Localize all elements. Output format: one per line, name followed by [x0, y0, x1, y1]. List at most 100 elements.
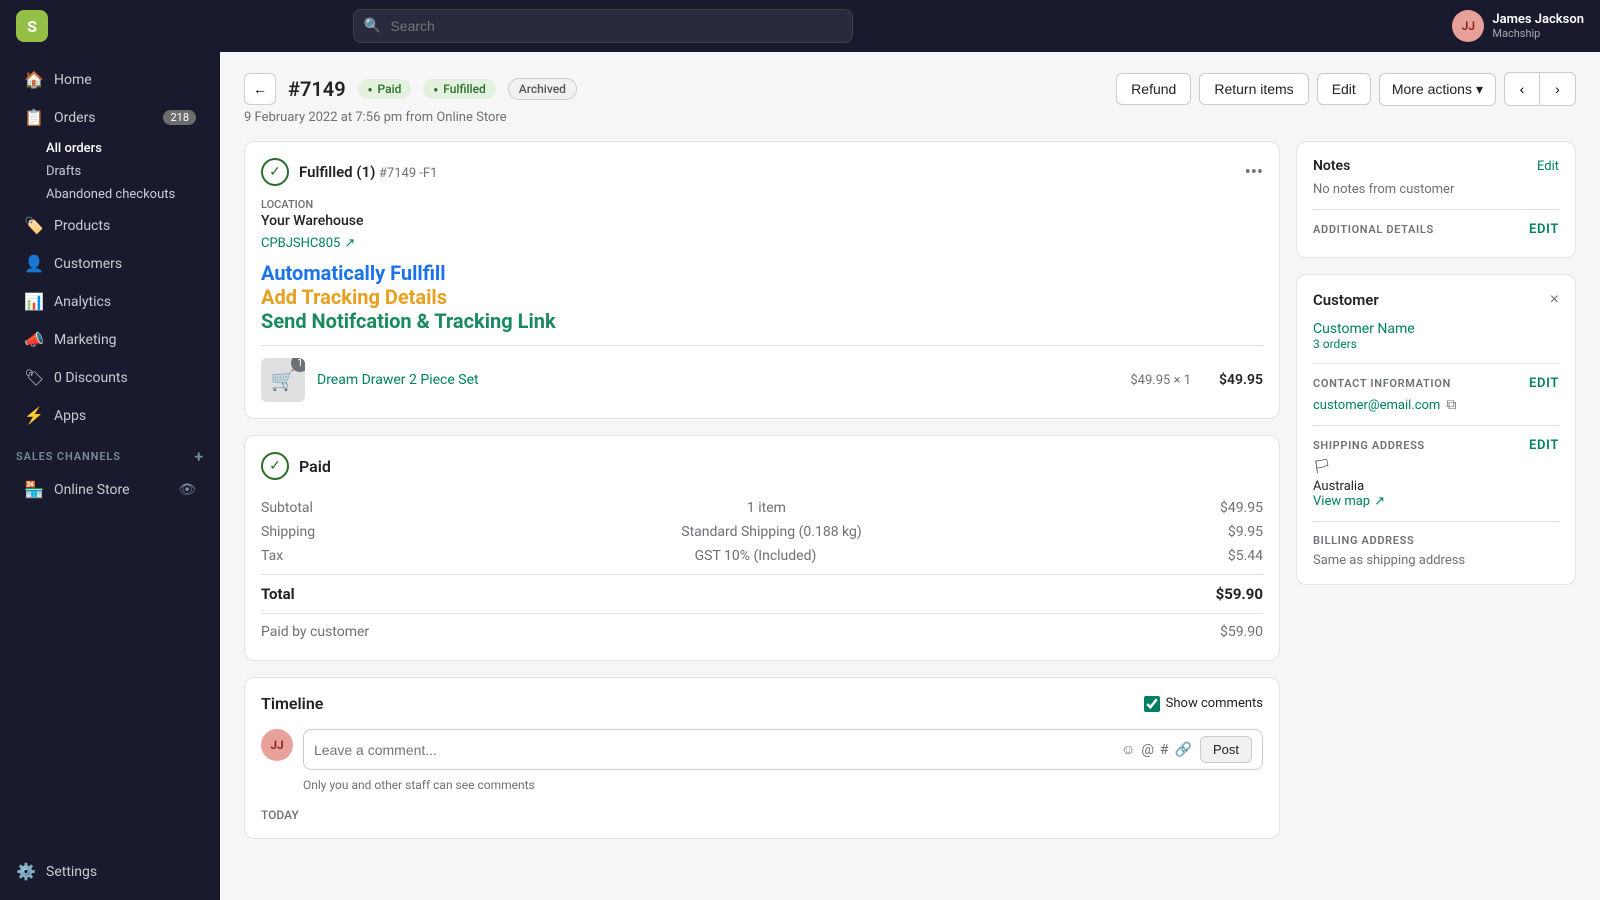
next-order-button[interactable]: › [1540, 72, 1576, 106]
sidebar-item-apps[interactable]: ⚡ Apps [8, 397, 212, 434]
sidebar-item-customers[interactable]: 👤 Customers [8, 245, 212, 282]
product-thumbnail: 🛒 1 [261, 358, 305, 402]
orders-badge: 218 [163, 110, 196, 125]
notes-title: Notes [1313, 158, 1350, 174]
visibility-icon: 👁 [178, 482, 196, 498]
settings-icon: ⚙️ [16, 862, 36, 881]
promo-line2: Add Tracking Details [261, 285, 1263, 309]
back-button[interactable]: ← [244, 73, 276, 105]
customer-name-link[interactable]: Customer Name [1313, 321, 1559, 337]
sidebar-sub-all-orders[interactable]: All orders [0, 137, 220, 160]
sidebar-item-label: Settings [46, 864, 97, 880]
notes-edit-link[interactable]: Edit [1537, 159, 1559, 174]
copy-email-button[interactable]: ⧉ [1446, 397, 1456, 413]
comment-avatar: JJ [261, 729, 293, 761]
search-input[interactable] [353, 9, 853, 43]
sidebar-item-label: Online Store [54, 482, 130, 498]
marketing-icon: 📣 [24, 330, 44, 349]
contact-email-row: customer@email.com ⧉ [1313, 397, 1559, 413]
billing-same: Same as shipping address [1313, 553, 1559, 568]
sidebar-item-label: Home [54, 72, 92, 88]
sidebar-sub-drafts[interactable]: Drafts [0, 160, 220, 183]
external-link-icon: ↗ [1374, 494, 1385, 509]
edit-button[interactable]: Edit [1317, 73, 1371, 105]
sidebar-item-settings[interactable]: ⚙️ Settings [0, 853, 220, 890]
comment-input[interactable] [314, 742, 1113, 758]
search-icon: 🔍 [363, 18, 380, 34]
sales-channels-label: SALES CHANNELS + [0, 435, 220, 470]
product-row: 🛒 1 Dream Drawer 2 Piece Set $49.95 × 1 … [261, 345, 1263, 402]
refund-button[interactable]: Refund [1116, 73, 1191, 105]
contact-edit-link[interactable]: Edit [1529, 376, 1559, 391]
tracking-link[interactable]: CPBJSHC805 ↗ [261, 236, 355, 251]
customer-close-button[interactable]: × [1550, 291, 1559, 309]
additional-details-label: ADDITIONAL DETAILS [1313, 223, 1434, 236]
mention-icon[interactable]: @ [1141, 742, 1154, 758]
additional-details: ADDITIONAL DETAILS Edit [1313, 209, 1559, 237]
product-total: $49.95 [1219, 372, 1263, 388]
show-comments-checkbox[interactable] [1144, 696, 1160, 712]
shipping-address-section: SHIPPING ADDRESS Edit 🏳 Australia View m… [1313, 425, 1559, 509]
fulfillment-id: #7149 -F1 [379, 166, 438, 181]
fulfillment-title: Fulfilled (1) [299, 163, 375, 181]
sidebar-item-online-store[interactable]: 🏪 Online Store 👁 [8, 471, 212, 508]
customer-orders-link[interactable]: 3 orders [1313, 337, 1559, 351]
sidebar-item-home[interactable]: 🏠 Home [8, 61, 212, 98]
nav-arrows: ‹ › [1504, 72, 1576, 106]
sidebar-item-analytics[interactable]: 📊 Analytics [8, 283, 212, 320]
customers-icon: 👤 [24, 254, 44, 273]
main-content: ← #7149 Paid Fulfilled Archived Refund R… [220, 52, 1600, 900]
badge-paid: Paid [358, 79, 412, 99]
show-comments-toggle: Show comments [1144, 696, 1263, 712]
timeline-card: Timeline Show comments JJ [244, 677, 1280, 839]
orders-icon: 📋 [24, 108, 44, 127]
emoji-icon[interactable]: ☺ [1121, 741, 1135, 758]
location-label: Location [261, 198, 1263, 211]
shipping-row: Shipping Standard Shipping (0.188 kg) $9… [261, 520, 1263, 544]
sidebar-item-orders[interactable]: 📋 Orders 218 [8, 99, 212, 136]
shipping-edit-link[interactable]: Edit [1529, 438, 1559, 453]
search-container: 🔍 [353, 9, 853, 43]
sidebar-item-label: Analytics [54, 294, 111, 310]
comment-input-wrap: ☺ @ # 🔗 Post [303, 729, 1263, 770]
sidebar-item-label: Orders [54, 110, 96, 126]
payment-card: ✓ Paid Subtotal 1 item $49.95 Shipping S… [244, 435, 1280, 661]
fulfillment-menu-button[interactable]: ••• [1245, 162, 1263, 183]
paid-title: Paid [299, 457, 331, 476]
order-body: ✓ Fulfilled (1) #7149 -F1 ••• Location Y… [244, 141, 1576, 839]
analytics-icon: 📊 [24, 292, 44, 311]
location-name: Your Warehouse [261, 213, 1263, 229]
user-shop: Machship [1492, 27, 1584, 40]
return-items-button[interactable]: Return items [1199, 73, 1308, 105]
sidebar-item-label: Apps [54, 408, 86, 424]
paid-icon: ✓ [261, 452, 289, 480]
fulfilled-icon: ✓ [261, 158, 289, 186]
more-actions-button[interactable]: More actions ▾ [1379, 73, 1496, 106]
sidebar-item-products[interactable]: 🏷️ Products [8, 207, 212, 244]
sidebar-item-label: Customers [54, 256, 122, 272]
tag-icon[interactable]: # [1160, 742, 1169, 758]
order-id: #7149 [288, 77, 346, 101]
customer-card-title: Customer [1313, 291, 1379, 309]
view-map-link[interactable]: View map ↗ [1313, 494, 1559, 509]
sidebar-item-discounts[interactable]: 🏷 0 Discounts [8, 359, 212, 396]
sidebar-item-marketing[interactable]: 📣 Marketing [8, 321, 212, 358]
shopify-logo: S [16, 10, 48, 42]
contact-section: CONTACT INFORMATION Edit customer@email.… [1313, 363, 1559, 413]
additional-edit-link[interactable]: Edit [1529, 222, 1559, 237]
user-name: James Jackson [1492, 12, 1584, 27]
product-name-link[interactable]: Dream Drawer 2 Piece Set [317, 372, 479, 388]
post-button[interactable]: Post [1200, 736, 1252, 763]
add-sales-channel-button[interactable]: + [194, 447, 204, 466]
sidebar-sub-abandoned[interactable]: Abandoned checkouts [0, 183, 220, 206]
user-menu[interactable]: JJ James Jackson Machship [1452, 10, 1584, 42]
products-icon: 🏷️ [24, 216, 44, 235]
link-icon[interactable]: 🔗 [1175, 742, 1192, 758]
product-price: $49.95 × 1 [1130, 373, 1191, 388]
promo-line1: Automatically Fullfill [261, 261, 1263, 285]
prev-order-button[interactable]: ‹ [1504, 72, 1540, 106]
order-date: 9 February 2022 at 7:56 pm from Online S… [244, 110, 1576, 125]
billing-section: BILLING ADDRESS Same as shipping address [1313, 521, 1559, 568]
sidebar-item-label: 0 Discounts [54, 370, 128, 386]
tax-row: Tax GST 10% (Included) $5.44 [261, 544, 1263, 568]
